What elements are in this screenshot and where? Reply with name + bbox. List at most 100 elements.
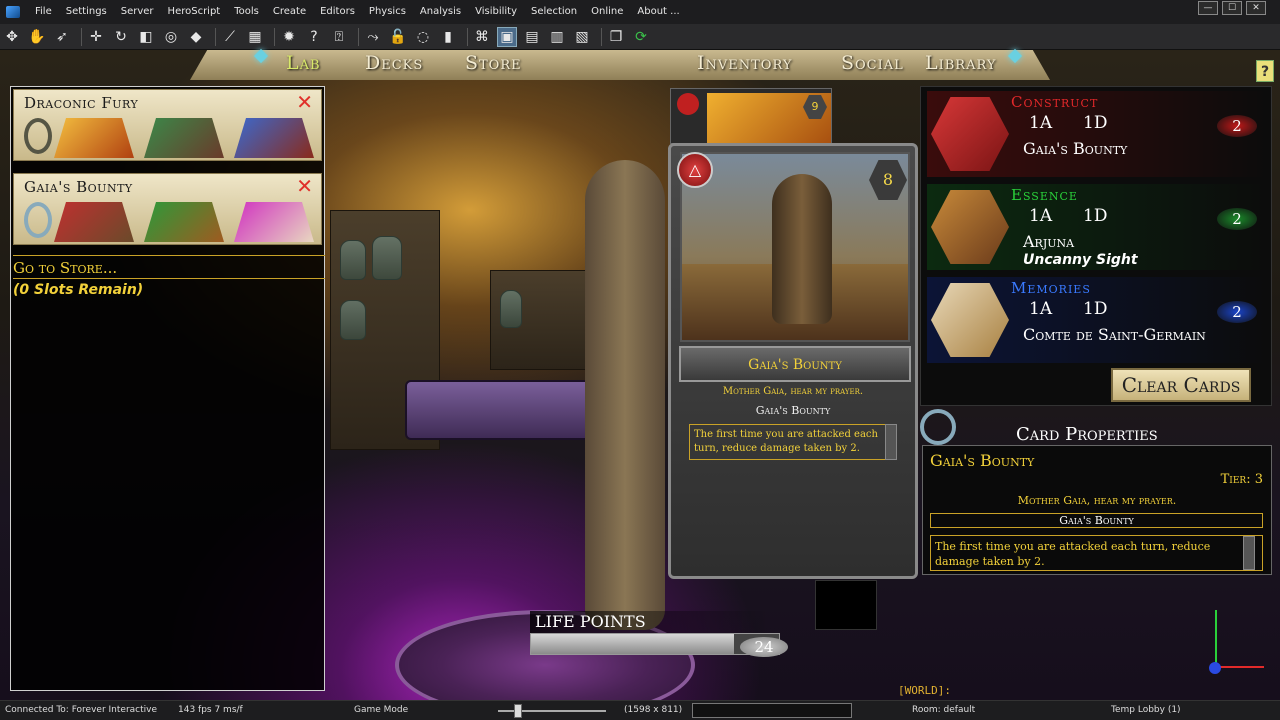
refresh-icon[interactable]: ⟳: [631, 27, 651, 47]
help-alt-icon[interactable]: ⍰: [329, 27, 349, 47]
page-icon[interactable]: ❐: [606, 27, 626, 47]
menu-physics[interactable]: Physics: [362, 0, 413, 24]
slot-defense: 1D: [1083, 113, 1108, 133]
slot-type-label: Construct: [1011, 93, 1099, 111]
toolbar-separator: [601, 27, 602, 46]
menu-file[interactable]: File: [28, 0, 59, 24]
card-detail[interactable]: △ 8 Gaia's Bounty Mother Gaia, hear my p…: [668, 143, 918, 579]
card-properties-name: Gaia's Bounty: [930, 451, 1035, 470]
connection-status: Connected To: Forever Interactive: [5, 705, 157, 715]
card-properties-flavor: Mother Gaia, hear my prayer.: [1017, 494, 1177, 507]
pointer-icon[interactable]: ➶: [52, 27, 72, 47]
menu-selection[interactable]: Selection: [524, 0, 584, 24]
path-icon[interactable]: ⟋: [220, 27, 240, 47]
slot-card-name: Arjuna: [1023, 232, 1075, 251]
jar: [372, 236, 402, 280]
world-chat-label: [WORLD]:: [898, 684, 951, 697]
slot-memories[interactable]: Memories 1A 1D 2 Comte de Saint-Germain: [927, 277, 1267, 363]
card-properties-scrollbar[interactable]: [1243, 536, 1255, 570]
x-axis-line: [1216, 666, 1264, 668]
layout3-icon[interactable]: ▥: [547, 27, 567, 47]
menu-create[interactable]: Create: [266, 0, 313, 24]
tab-store[interactable]: Store: [465, 52, 522, 74]
move-icon[interactable]: ✛: [86, 27, 106, 47]
menu-visibility[interactable]: Visibility: [468, 0, 524, 24]
deck-card-thumb: [54, 118, 134, 158]
toolbar-separator: [215, 27, 216, 46]
help-button[interactable]: ?: [1256, 60, 1274, 82]
minimize-button[interactable]: —: [1198, 1, 1218, 15]
slot-essence[interactable]: Essence 1A 1D 2 Arjuna Uncanny Sight: [927, 184, 1267, 270]
toolbar-separator: [358, 27, 359, 46]
deck-emblem-icon: [24, 118, 52, 154]
maximize-button[interactable]: ☐: [1222, 1, 1242, 15]
y-axis-line: [1215, 610, 1217, 668]
toolbar-separator: [81, 27, 82, 46]
divider: [13, 255, 325, 256]
scale-icon[interactable]: ◧: [136, 27, 156, 47]
clear-cards-button[interactable]: Clear Cards: [1111, 368, 1251, 402]
card-properties-text: The first time you are attacked each tur…: [930, 535, 1263, 571]
grab-icon[interactable]: ✋: [27, 27, 47, 47]
layout2-icon[interactable]: ▤: [522, 27, 542, 47]
lock-icon[interactable]: 🔓: [388, 27, 408, 47]
gizmo-icon[interactable]: ◆: [186, 27, 206, 47]
globe-icon[interactable]: ✹: [279, 27, 299, 47]
jar: [500, 290, 522, 328]
tab-social[interactable]: Social: [841, 52, 904, 74]
layout4-icon[interactable]: ▧: [572, 27, 592, 47]
menu-tools[interactable]: Tools: [227, 0, 266, 24]
speed-slider-thumb[interactable]: [514, 704, 522, 718]
card-text-scrollbar[interactable]: [885, 424, 897, 460]
target-icon[interactable]: ◎: [161, 27, 181, 47]
menu-bar: File Settings Server HeroScript Tools Cr…: [0, 0, 1280, 24]
tree-icon[interactable]: ⌘: [472, 27, 492, 47]
jar: [340, 300, 366, 340]
preview-box: [815, 580, 877, 630]
go-to-store-link[interactable]: Go to Store...: [13, 259, 117, 277]
grid-icon[interactable]: ▦: [245, 27, 265, 47]
tab-decks[interactable]: Decks: [365, 52, 423, 74]
slot-defense: 1D: [1083, 206, 1108, 226]
close-button[interactable]: ✕: [1246, 1, 1266, 15]
toolbar-separator: [274, 27, 275, 46]
menu-heroscript[interactable]: HeroScript: [161, 0, 228, 24]
deck-item[interactable]: Draconic Fury ✕: [13, 89, 322, 161]
life-points-label: LIFE POINTS: [530, 611, 770, 633]
card-flavor-text: Mother Gaia, hear my prayer.: [722, 386, 864, 397]
deck-item[interactable]: Gaia's Bounty ✕: [13, 173, 322, 245]
menu-about[interactable]: About ...: [630, 0, 686, 24]
menu-analysis[interactable]: Analysis: [413, 0, 468, 24]
slot-attack: 1A: [1029, 113, 1053, 133]
menu-online[interactable]: Online: [584, 0, 630, 24]
fps-readout: 143 fps 7 ms/f: [178, 705, 243, 715]
tab-library[interactable]: Library: [925, 52, 996, 74]
lobby-indicator: Temp Lobby (1): [1111, 705, 1181, 715]
deck-card-thumb: [144, 118, 224, 158]
help-icon[interactable]: ?: [304, 27, 324, 47]
menu-editors[interactable]: Editors: [313, 0, 362, 24]
deck-card-thumb: [234, 202, 314, 242]
menu-settings[interactable]: Settings: [59, 0, 114, 24]
bulb-icon[interactable]: ◌: [413, 27, 433, 47]
card-properties-box: Gaia's Bounty Tier: 3 Mother Gaia, hear …: [922, 445, 1272, 575]
card-emblem-icon: △: [677, 152, 713, 188]
tab-lab[interactable]: Lab: [286, 52, 321, 74]
tab-inventory[interactable]: Inventory: [697, 52, 792, 74]
card-title-bar: Gaia's Bounty: [679, 346, 911, 382]
card-subtitle: Gaia's Bounty: [755, 404, 831, 417]
command-input[interactable]: [692, 703, 852, 718]
slot-construct[interactable]: Construct 1A 1D 2 Gaia's Bounty: [927, 91, 1267, 177]
window-controls: — ☐ ✕: [1198, 1, 1266, 15]
menu-server[interactable]: Server: [114, 0, 161, 24]
delete-deck-button[interactable]: ✕: [296, 92, 313, 112]
select-icon[interactable]: ✥: [2, 27, 22, 47]
rotate-icon[interactable]: ↻: [111, 27, 131, 47]
cursor-icon[interactable]: ▮: [438, 27, 458, 47]
deck-card-thumb: [54, 202, 134, 242]
connect-icon[interactable]: ⤳: [363, 27, 383, 47]
delete-deck-button[interactable]: ✕: [296, 176, 313, 196]
layout-icon[interactable]: ▣: [497, 26, 517, 47]
slot-count-badge: 2: [1217, 301, 1257, 323]
stacked-card[interactable]: 9: [670, 88, 832, 144]
